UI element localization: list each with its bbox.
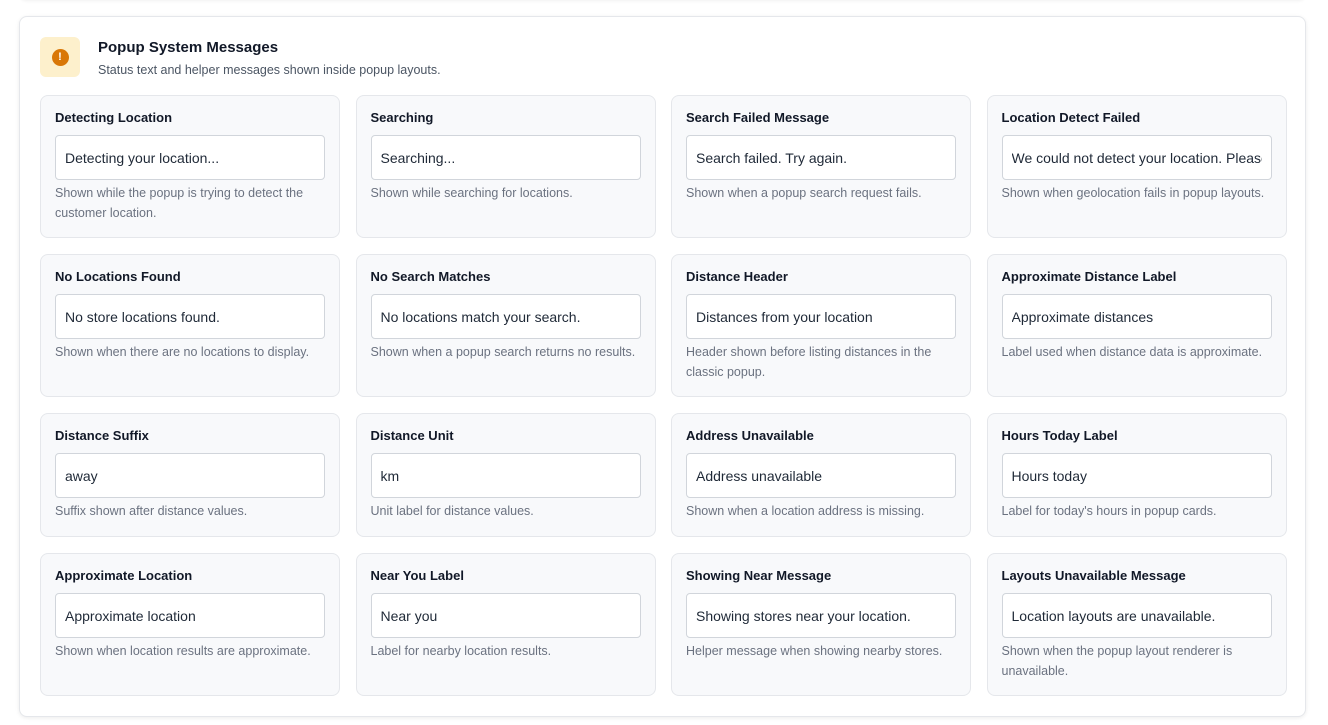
field-label: Detecting Location (55, 110, 173, 125)
field-input[interactable] (1001, 135, 1272, 180)
field-label: No Search Matches (370, 269, 491, 284)
field-input[interactable] (686, 294, 956, 339)
message-field-card: Address Unavailable Shown when a location… (671, 413, 971, 537)
field-help-text: Unit label for distance values. (370, 504, 534, 518)
field-help-text: Shown when there are no locations to dis… (55, 345, 310, 359)
field-help-text: Shown when geolocation fails in popup la… (1001, 186, 1265, 200)
field-help-text: Shown when a location address is missing… (686, 504, 925, 518)
message-field-card: Layouts Unavailable Message Shown when th… (986, 553, 1287, 696)
message-field-card: Distance Suffix Suffix shown after distan… (40, 413, 340, 537)
field-label: Approximate Location (55, 568, 193, 583)
field-help-text: Shown while the popup is trying to detec… (55, 186, 304, 220)
field-label: Distance Header (686, 269, 788, 284)
message-field-card: Approximate Location Shown when location … (40, 553, 340, 696)
field-input[interactable] (55, 453, 325, 498)
field-label: No Locations Found (55, 269, 181, 284)
message-field-card: Detecting Location Shown while the popup … (40, 95, 340, 238)
field-input[interactable] (686, 593, 956, 638)
exclamation-circle-icon: ! (51, 48, 69, 66)
field-help-text: Shown while searching for locations. (370, 186, 573, 200)
message-field-card: Approximate Distance Label Label used whe… (986, 254, 1287, 397)
section-title: Popup System Messages (98, 39, 279, 56)
field-help-text: Suffix shown after distance values. (55, 504, 248, 518)
field-label: Approximate Distance Label (1001, 269, 1177, 284)
field-input[interactable] (55, 135, 325, 180)
field-input[interactable] (686, 135, 956, 180)
message-field-card: Distance Header Header shown before listi… (671, 254, 971, 397)
field-label: Searching (370, 110, 434, 125)
message-field-card: Near You Label Label for nearby location … (355, 553, 656, 696)
section-header: ! Popup System Messages Status text and … (40, 37, 441, 81)
field-label: Hours Today Label (1001, 428, 1118, 443)
field-input[interactable] (1001, 593, 1272, 638)
field-input[interactable] (1001, 453, 1272, 498)
section-icon-badge: ! (40, 37, 80, 77)
field-label: Layouts Unavailable Message (1001, 568, 1186, 583)
field-input[interactable] (370, 453, 641, 498)
field-input[interactable] (55, 593, 325, 638)
field-help-text: Label for today's hours in popup cards. (1001, 504, 1217, 518)
section-subtitle: Status text and helper messages shown in… (98, 63, 441, 77)
message-field-card: Distance Unit Unit label for distance val… (355, 413, 656, 537)
field-input[interactable] (370, 135, 641, 180)
field-input[interactable] (55, 294, 325, 339)
message-field-card: Search Failed Message Shown when a popup … (671, 95, 971, 238)
field-input[interactable] (370, 294, 641, 339)
message-field-card: No Locations Found Shown when there are n… (40, 254, 340, 397)
field-input[interactable] (1001, 294, 1272, 339)
message-field-card: Showing Near Message Helper message when … (671, 553, 971, 696)
section-header-text: Popup System Messages Status text and he… (98, 37, 441, 81)
field-help-text: Shown when a popup search returns no res… (370, 345, 636, 359)
field-input[interactable] (686, 453, 956, 498)
field-label: Distance Suffix (55, 428, 149, 443)
message-field-card: Hours Today Label Label for today's hours… (986, 413, 1287, 537)
message-field-card: Location Detect Failed Shown when geoloca… (986, 95, 1287, 238)
field-help-text: Shown when a popup search request fails. (686, 186, 922, 200)
field-label: Search Failed Message (686, 110, 830, 125)
field-help-text: Shown when the popup layout renderer is … (1001, 644, 1233, 678)
message-field-card: No Search Matches Shown when a popup sear… (355, 254, 656, 397)
popup-system-messages-panel: ! Popup System Messages Status text and … (19, 16, 1306, 717)
field-label: Near You Label (370, 568, 464, 583)
field-help-text: Header shown before listing distances in… (686, 345, 932, 379)
field-help-text: Label used when distance data is approxi… (1001, 345, 1263, 359)
message-field-card: Searching Shown while searching for locat… (355, 95, 656, 238)
field-help-text: Label for nearby location results. (370, 644, 552, 658)
field-label: Showing Near Message (686, 568, 832, 583)
field-label: Location Detect Failed (1001, 110, 1141, 125)
field-input[interactable] (370, 593, 641, 638)
field-label: Distance Unit (370, 428, 454, 443)
field-help-text: Helper message when showing nearby store… (686, 644, 943, 658)
field-help-text: Shown when location results are approxim… (55, 644, 311, 658)
field-label: Address Unavailable (686, 428, 814, 443)
message-fields-grid: Detecting Location Shown while the popup … (40, 95, 1287, 696)
